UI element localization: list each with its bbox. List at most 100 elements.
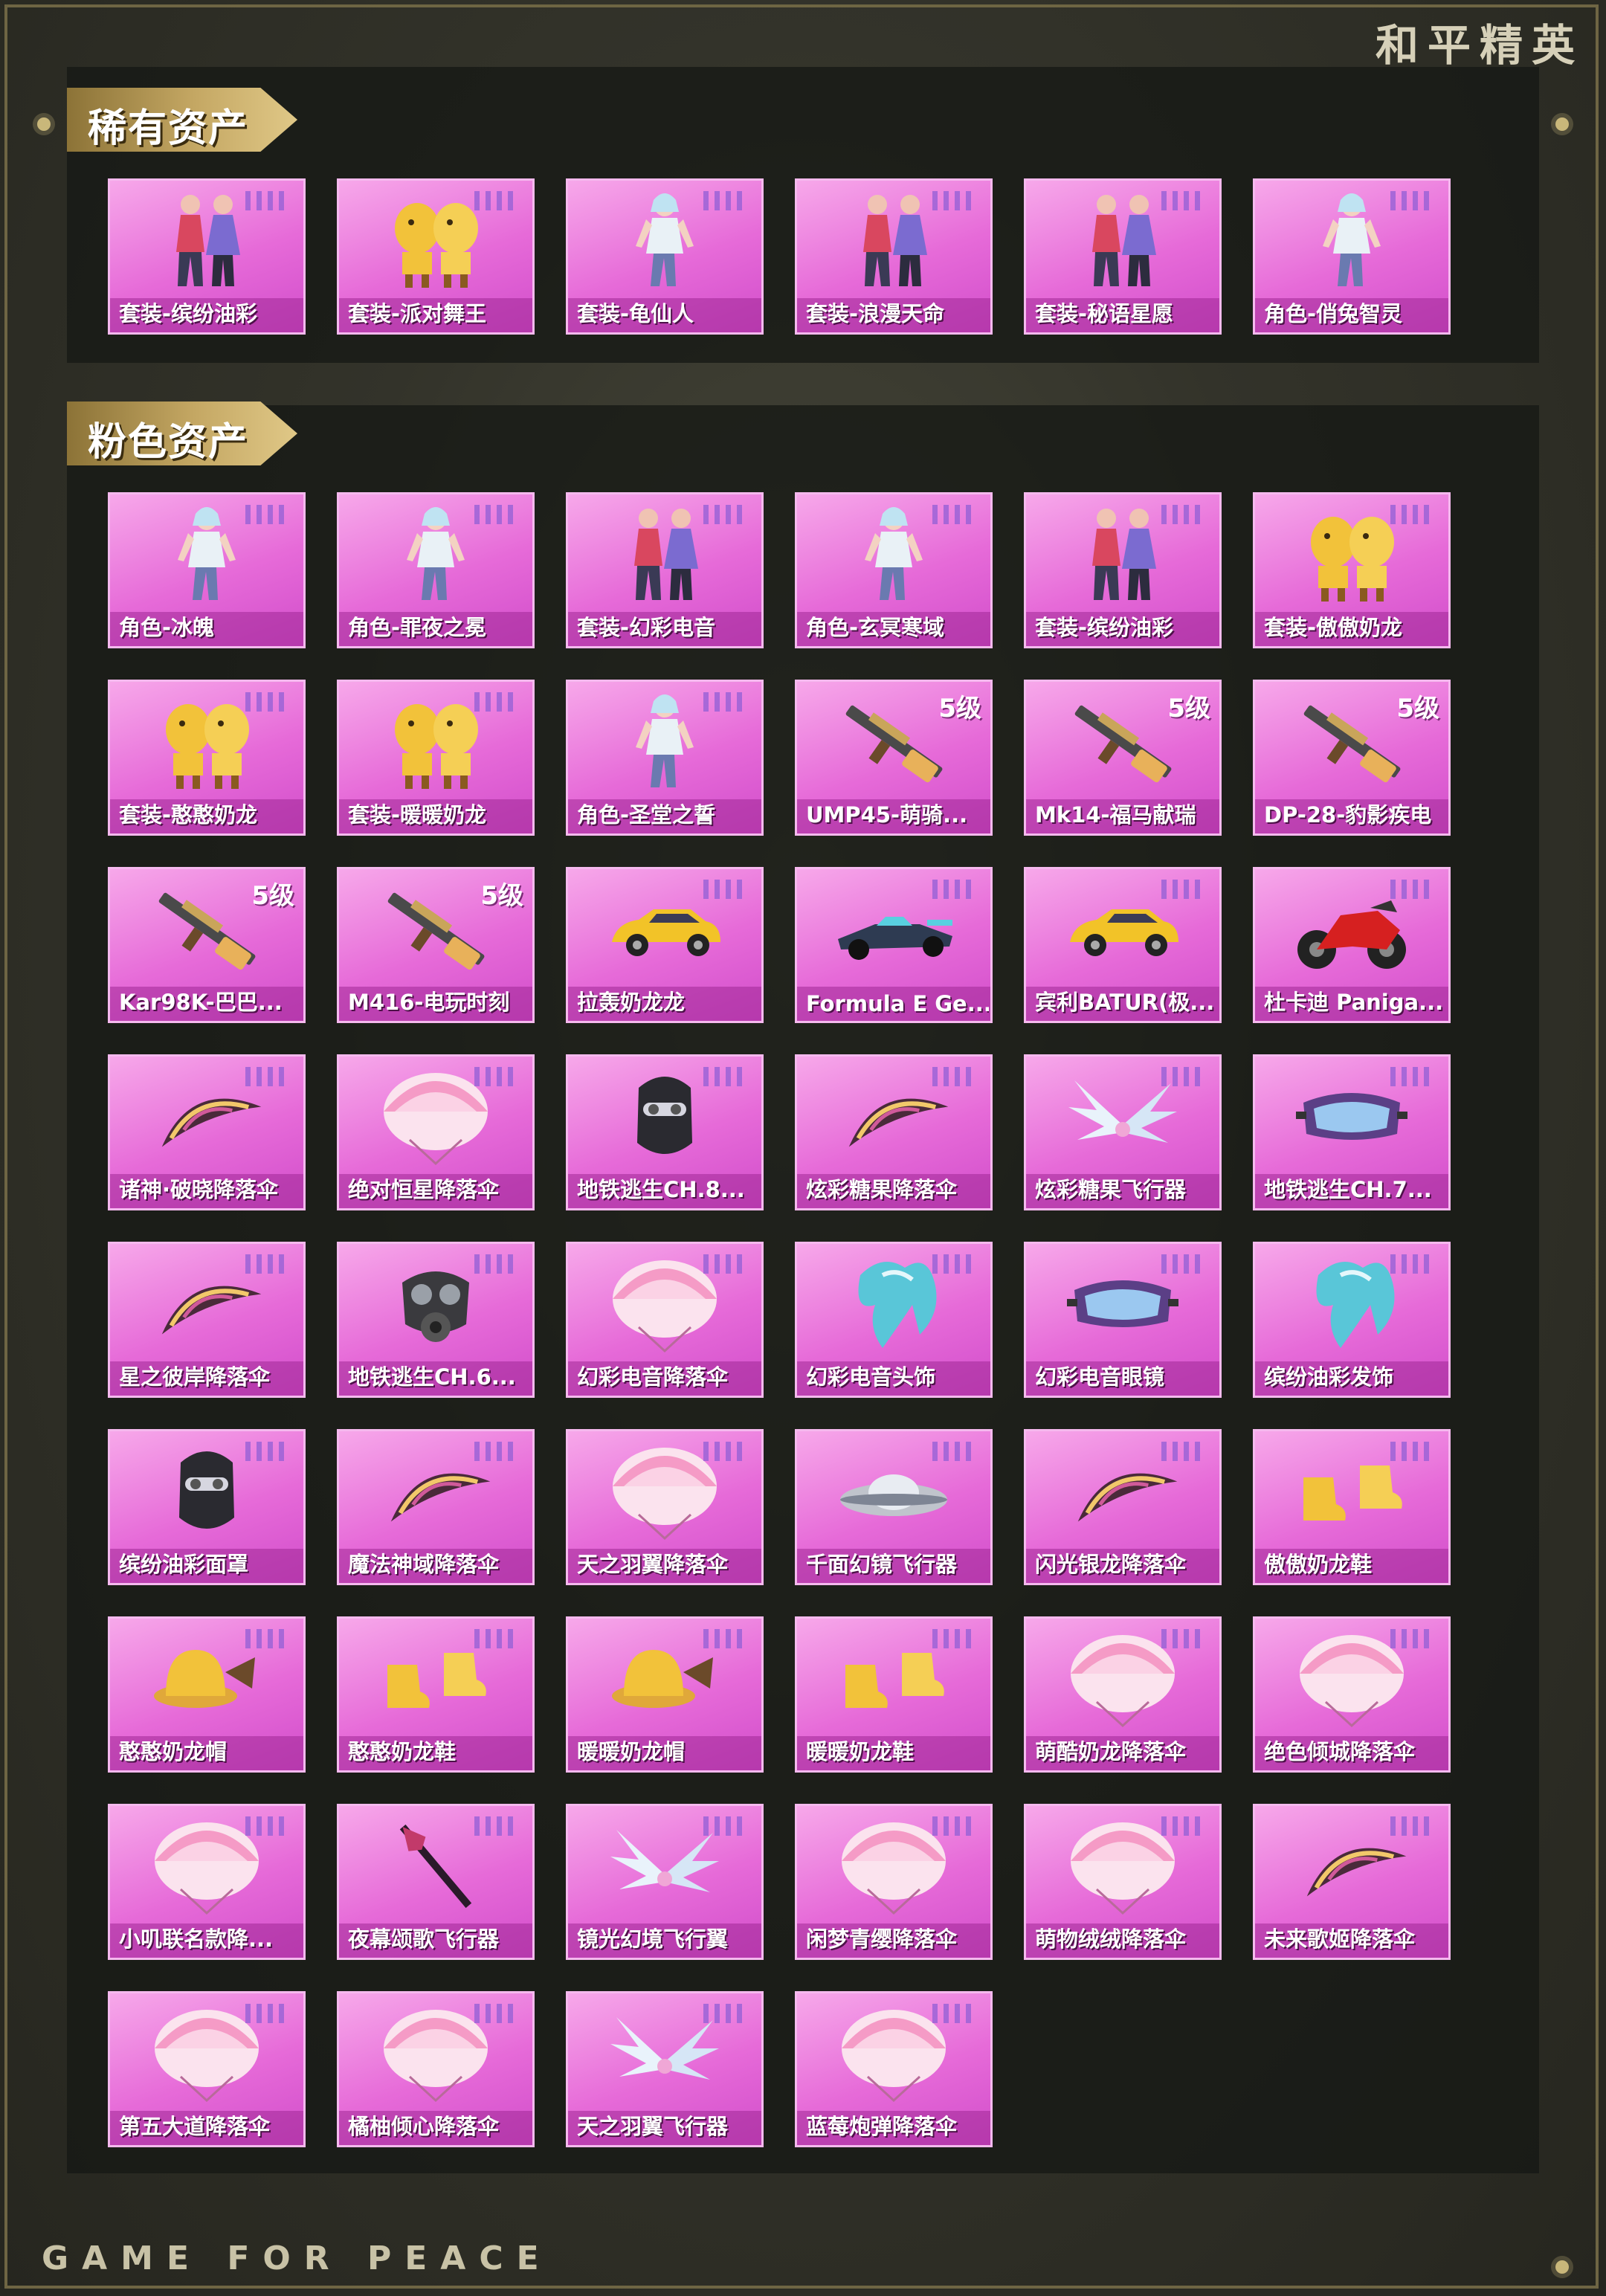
asset-card[interactable]: 诸神·破晓降落伞 bbox=[108, 1054, 306, 1210]
asset-card[interactable]: 暖暖奶龙鞋 bbox=[795, 1616, 993, 1773]
asset-card[interactable]: 拉轰奶龙龙 bbox=[566, 867, 764, 1023]
asset-label: Kar98K-巴巴... bbox=[119, 990, 283, 1015]
asset-card[interactable]: 地铁逃生CH.7... bbox=[1253, 1054, 1451, 1210]
asset-card[interactable]: 5级 UMP45-萌骑... bbox=[795, 680, 993, 836]
asset-card[interactable]: 蓝莓炮弹降落伞 bbox=[795, 1991, 993, 2147]
asset-card[interactable]: 萌酷奶龙降落伞 bbox=[1024, 1616, 1222, 1773]
asset-label: 暖暖奶龙鞋 bbox=[806, 1739, 915, 1764]
asset-card[interactable]: 套装-幻彩电音 bbox=[566, 492, 764, 648]
rarity-stripes-icon bbox=[1161, 1254, 1206, 1274]
asset-card[interactable]: 憨憨奶龙帽 bbox=[108, 1616, 306, 1773]
asset-card[interactable]: 宾利BATUR(极... bbox=[1024, 867, 1222, 1023]
asset-label: 第五大道降落伞 bbox=[119, 2114, 271, 2139]
rarity-stripes-icon bbox=[1161, 191, 1206, 210]
asset-card[interactable]: 套装-缤纷油彩 bbox=[108, 178, 306, 335]
asset-card[interactable]: 夜幕颂歌飞行器 bbox=[337, 1804, 535, 1960]
asset-label: 星之彼岸降落伞 bbox=[119, 1364, 271, 1390]
asset-card[interactable]: 炫彩糖果降落伞 bbox=[795, 1054, 993, 1210]
asset-card[interactable]: 缤纷油彩面罩 bbox=[108, 1429, 306, 1585]
asset-card[interactable]: 套装-缤纷油彩 bbox=[1024, 492, 1222, 648]
asset-card[interactable]: 套装-派对舞王 bbox=[337, 178, 535, 335]
asset-card[interactable]: 闲梦青缨降落伞 bbox=[795, 1804, 993, 1960]
asset-label: Formula E Ge... bbox=[806, 991, 989, 1016]
asset-card[interactable]: 角色-冰魄 bbox=[108, 492, 306, 648]
asset-label: 缤纷油彩面罩 bbox=[119, 1552, 249, 1577]
asset-card[interactable]: 魔法神域降落伞 bbox=[337, 1429, 535, 1585]
rarity-stripes-icon bbox=[1390, 1816, 1435, 1836]
asset-card[interactable]: 5级 DP-28-豹影疾电 bbox=[1253, 680, 1451, 836]
asset-label: 套装-浪漫天命 bbox=[806, 301, 945, 326]
rarity-stripes-icon bbox=[1390, 1254, 1435, 1274]
rarity-stripes-icon bbox=[932, 191, 977, 210]
rare-assets-title: 稀有资产 bbox=[88, 106, 249, 151]
asset-card[interactable]: 5级 M416-电玩时刻 bbox=[337, 867, 535, 1023]
asset-card[interactable]: 傲傲奶龙鞋 bbox=[1253, 1429, 1451, 1585]
asset-label: M416-电玩时刻 bbox=[348, 990, 510, 1015]
asset-card[interactable]: 天之羽翼降落伞 bbox=[566, 1429, 764, 1585]
asset-card[interactable]: 5级 Kar98K-巴巴... bbox=[108, 867, 306, 1023]
rarity-stripes-icon bbox=[932, 505, 977, 524]
decor-dot-top-right bbox=[1555, 117, 1569, 131]
rarity-stripes-icon bbox=[1161, 505, 1206, 524]
asset-card[interactable]: 千面幻镜飞行器 bbox=[795, 1429, 993, 1585]
asset-card[interactable]: 星之彼岸降落伞 bbox=[108, 1242, 306, 1398]
asset-card[interactable]: 套装-浪漫天命 bbox=[795, 178, 993, 335]
asset-label: 幻彩电音降落伞 bbox=[577, 1364, 729, 1390]
asset-label: 角色-罪夜之冕 bbox=[348, 615, 487, 640]
rarity-stripes-icon bbox=[932, 1067, 977, 1086]
asset-card[interactable]: 套装-秘语星愿 bbox=[1024, 178, 1222, 335]
asset-card[interactable]: 第五大道降落伞 bbox=[108, 1991, 306, 2147]
rarity-stripes-icon bbox=[245, 692, 290, 712]
asset-card[interactable]: 小叽联名款降... bbox=[108, 1804, 306, 1960]
rarity-stripes-icon bbox=[932, 1442, 977, 1461]
rarity-stripes-icon bbox=[703, 692, 748, 712]
asset-card[interactable]: 镜光幻境飞行翼 bbox=[566, 1804, 764, 1960]
asset-card[interactable]: Formula E Ge... bbox=[795, 867, 993, 1023]
asset-card[interactable]: 套装-憨憨奶龙 bbox=[108, 680, 306, 836]
asset-card[interactable]: 角色-俏兔智灵 bbox=[1253, 178, 1451, 335]
asset-card[interactable]: 幻彩电音眼镜 bbox=[1024, 1242, 1222, 1398]
asset-label: 暖暖奶龙帽 bbox=[577, 1739, 686, 1764]
asset-card[interactable]: 套装-暖暖奶龙 bbox=[337, 680, 535, 836]
asset-card[interactable]: 闪光银龙降落伞 bbox=[1024, 1429, 1222, 1585]
asset-label: 套装-缤纷油彩 bbox=[119, 301, 258, 326]
rarity-stripes-icon bbox=[932, 1254, 977, 1274]
asset-card[interactable]: 暖暖奶龙帽 bbox=[566, 1616, 764, 1773]
rarity-stripes-icon bbox=[245, 1067, 290, 1086]
asset-label: 萌物绒绒降落伞 bbox=[1035, 1926, 1187, 1952]
asset-label: 蓝莓炮弹降落伞 bbox=[806, 2114, 958, 2139]
asset-card[interactable]: 憨憨奶龙鞋 bbox=[337, 1616, 535, 1773]
asset-label: 角色-玄冥寒域 bbox=[806, 615, 945, 640]
rarity-stripes-icon bbox=[703, 1629, 748, 1648]
asset-card[interactable]: 5级 Mk14-福马献瑞 bbox=[1024, 680, 1222, 836]
asset-label: 天之羽翼降落伞 bbox=[577, 1552, 729, 1577]
rarity-stripes-icon bbox=[474, 692, 519, 712]
asset-card[interactable]: 未来歌姬降落伞 bbox=[1253, 1804, 1451, 1960]
asset-card[interactable]: 炫彩糖果飞行器 bbox=[1024, 1054, 1222, 1210]
asset-card[interactable]: 角色-圣堂之誓 bbox=[566, 680, 764, 836]
asset-card[interactable]: 角色-罪夜之冕 bbox=[337, 492, 535, 648]
asset-label: 闪光银龙降落伞 bbox=[1035, 1552, 1187, 1577]
asset-label: 套装-傲傲奶龙 bbox=[1264, 615, 1403, 640]
asset-label: 角色-冰魄 bbox=[119, 615, 215, 640]
asset-card[interactable]: 缤纷油彩发饰 bbox=[1253, 1242, 1451, 1398]
asset-card[interactable]: 绝色倾城降落伞 bbox=[1253, 1616, 1451, 1773]
rarity-stripes-icon bbox=[932, 1629, 977, 1648]
asset-card[interactable]: 地铁逃生CH.6... bbox=[337, 1242, 535, 1398]
asset-card[interactable]: 萌物绒绒降落伞 bbox=[1024, 1804, 1222, 1960]
asset-card[interactable]: 绝对恒星降落伞 bbox=[337, 1054, 535, 1210]
asset-card[interactable]: 幻彩电音头饰 bbox=[795, 1242, 993, 1398]
tier-badge: 5级 bbox=[480, 881, 523, 911]
rarity-stripes-icon bbox=[703, 191, 748, 210]
asset-card[interactable]: 幻彩电音降落伞 bbox=[566, 1242, 764, 1398]
asset-card[interactable]: 套装-傲傲奶龙 bbox=[1253, 492, 1451, 648]
asset-card[interactable]: 角色-玄冥寒域 bbox=[795, 492, 993, 648]
asset-card[interactable]: 杜卡迪 Paniga... bbox=[1253, 867, 1451, 1023]
rarity-stripes-icon bbox=[474, 505, 519, 524]
rarity-stripes-icon bbox=[703, 2004, 748, 2023]
asset-card[interactable]: 橘柚倾心降落伞 bbox=[337, 1991, 535, 2147]
rarity-stripes-icon bbox=[474, 2004, 519, 2023]
asset-card[interactable]: 套装-龟仙人 bbox=[566, 178, 764, 335]
asset-card[interactable]: 地铁逃生CH.8... bbox=[566, 1054, 764, 1210]
asset-card[interactable]: 天之羽翼飞行器 bbox=[566, 1991, 764, 2147]
